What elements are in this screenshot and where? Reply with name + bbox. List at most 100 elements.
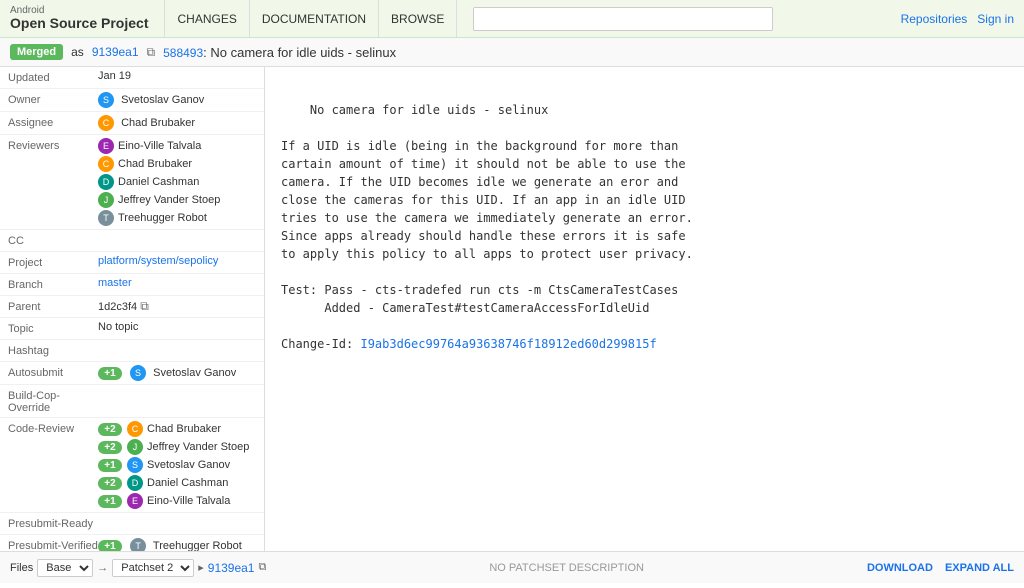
presubmit-verified-row: Presubmit-Verified +1 T Treehugger Robot [0, 535, 264, 551]
owner-name: Svetoslav Ganov [121, 94, 204, 106]
base-select[interactable]: Base [37, 559, 93, 577]
assignee-avatar: C [98, 115, 114, 131]
parent-value: 1d2c3f4 ⧉ [98, 299, 256, 314]
reviewers-label: Reviewers [8, 138, 98, 152]
no-patchset-desc: NO PATCHSET DESCRIPTION [489, 562, 644, 574]
hashtag-row: Hashtag [0, 340, 264, 362]
cc-label: CC [8, 233, 98, 247]
topic-value: No topic [98, 321, 256, 333]
project-value: platform/system/sepolicy [98, 255, 256, 267]
signin-link[interactable]: Sign in [977, 12, 1014, 26]
code-review-0-name: Chad Brubaker [147, 423, 221, 435]
footer-commit-link[interactable]: 9139ea1 [208, 561, 255, 575]
as-text: as [71, 45, 84, 59]
reviewer-0-name: Eino-Ville Talvala [118, 140, 201, 152]
hashtag-label: Hashtag [8, 343, 98, 357]
footer-right: DOWNLOAD EXPAND ALL [867, 562, 1014, 574]
code-review-2-name: Svetoslav Ganov [147, 459, 230, 471]
project-label: Project [8, 255, 98, 269]
branch-link[interactable]: master [98, 277, 132, 289]
code-review-1-vote: +2 [98, 441, 122, 454]
logo-area: Android Open Source Project [10, 5, 148, 31]
parent-copy-icon[interactable]: ⧉ [140, 299, 149, 313]
reviewers-row: Reviewers E Eino-Ville Talvala C Chad Br… [0, 135, 264, 230]
footer: Files Base → Patchset 2 ▸ 9139ea1 ⧉ NO P… [0, 551, 1024, 583]
code-review-4-avatar: E [127, 493, 143, 509]
commit-hash-link[interactable]: 9139ea1 [92, 45, 139, 59]
assignee-name: Chad Brubaker [121, 117, 195, 129]
content-area: No camera for idle uids - selinux If a U… [265, 67, 1024, 551]
code-review-2: +1 S Svetoslav Ganov [98, 457, 256, 473]
code-review-2-vote: +1 [98, 459, 122, 472]
code-review-4-name: Eino-Ville Talvala [147, 495, 230, 507]
reviewer-2: D Daniel Cashman [98, 174, 256, 190]
reviewer-1-avatar: C [98, 156, 114, 172]
sidebar: Updated Jan 19 Owner S Svetoslav Ganov A… [0, 67, 265, 551]
main-nav: CHANGES DOCUMENTATION BROWSE [164, 0, 457, 37]
owner-avatar: S [98, 92, 114, 108]
updated-value: Jan 19 [98, 70, 256, 82]
presubmit-ready-row: Presubmit-Ready [0, 513, 264, 535]
reviewer-4-name: Treehugger Robot [118, 212, 207, 224]
code-review-row: Code-Review +2 C Chad Brubaker +2 J Jeff… [0, 418, 264, 513]
owner-row: Owner S Svetoslav Ganov [0, 89, 264, 112]
code-review-4-vote: +1 [98, 495, 122, 508]
reviewer-4: T Treehugger Robot [98, 210, 256, 226]
code-review-0: +2 C Chad Brubaker [98, 421, 256, 437]
project-row: Project platform/system/sepolicy [0, 252, 264, 274]
autosubmit-label: Autosubmit [8, 365, 98, 379]
code-review-label: Code-Review [8, 421, 98, 435]
presubmit-verified-value: +1 T Treehugger Robot [98, 538, 256, 551]
header-links: Repositories Sign in [901, 12, 1014, 26]
search-input[interactable] [473, 7, 773, 31]
assignee-value: C Chad Brubaker [98, 115, 256, 131]
autosubmit-value: +1 S Svetoslav Ganov [98, 365, 256, 381]
nav-browse[interactable]: BROWSE [379, 0, 457, 37]
project-link[interactable]: platform/system/sepolicy [98, 255, 218, 267]
project-name: Open Source Project [10, 16, 148, 31]
code-review-3-name: Daniel Cashman [147, 477, 228, 489]
change-id-link[interactable]: I9ab3d6ec99764a93638746f18912ed60d299815… [360, 337, 656, 351]
reviewer-4-avatar: T [98, 210, 114, 226]
code-review-0-avatar: C [127, 421, 143, 437]
search-area [473, 7, 884, 31]
branch-row: Branch master [0, 274, 264, 296]
repositories-link[interactable]: Repositories [901, 12, 968, 26]
code-review-2-avatar: S [127, 457, 143, 473]
nav-documentation[interactable]: DOCUMENTATION [250, 0, 379, 37]
change-description: No camera for idle uids - selinux If a U… [281, 103, 693, 351]
reviewer-2-name: Daniel Cashman [118, 176, 199, 188]
arrow-icon: → [97, 562, 108, 574]
parent-label: Parent [8, 299, 98, 313]
presubmit-verified-name: Treehugger Robot [153, 540, 242, 551]
copy-icon[interactable]: ⧉ [147, 45, 156, 60]
code-review-1-avatar: J [127, 439, 143, 455]
reviewer-2-avatar: D [98, 174, 114, 190]
parent-row: Parent 1d2c3f4 ⧉ [0, 296, 264, 318]
footer-copy-icon[interactable]: ⧉ [258, 561, 266, 574]
download-link[interactable]: DOWNLOAD [867, 562, 933, 574]
code-review-3-vote: +2 [98, 477, 122, 490]
footer-left: Files Base → Patchset 2 ▸ 9139ea1 ⧉ [10, 559, 266, 577]
expand-all-link[interactable]: EXPAND ALL [945, 562, 1014, 574]
reviewer-3: J Jeffrey Vander Stoep [98, 192, 256, 208]
autosubmit-name: Svetoslav Ganov [153, 367, 236, 379]
header: Android Open Source Project CHANGES DOCU… [0, 0, 1024, 38]
subheader: Merged as 9139ea1 ⧉ 588493: No camera fo… [0, 38, 1024, 67]
code-review-0-vote: +2 [98, 423, 122, 436]
change-number-link[interactable]: 588493 [163, 46, 203, 60]
code-review-1: +2 J Jeffrey Vander Stoep [98, 439, 256, 455]
patchset-select[interactable]: Patchset 2 [112, 559, 194, 577]
build-cop-label: Build-Cop-Override [8, 388, 98, 414]
topic-row: Topic No topic [0, 318, 264, 340]
code-review-3: +2 D Daniel Cashman [98, 475, 256, 491]
code-review-4: +1 E Eino-Ville Talvala [98, 493, 256, 509]
merged-badge: Merged [10, 44, 63, 60]
autosubmit-vote: +1 [98, 367, 122, 380]
code-review-list: +2 C Chad Brubaker +2 J Jeffrey Vander S… [98, 421, 256, 509]
updated-label: Updated [8, 70, 98, 84]
nav-changes[interactable]: CHANGES [164, 0, 249, 37]
code-review-1-name: Jeffrey Vander Stoep [147, 441, 249, 453]
reviewer-3-avatar: J [98, 192, 114, 208]
assignee-label: Assignee [8, 115, 98, 129]
